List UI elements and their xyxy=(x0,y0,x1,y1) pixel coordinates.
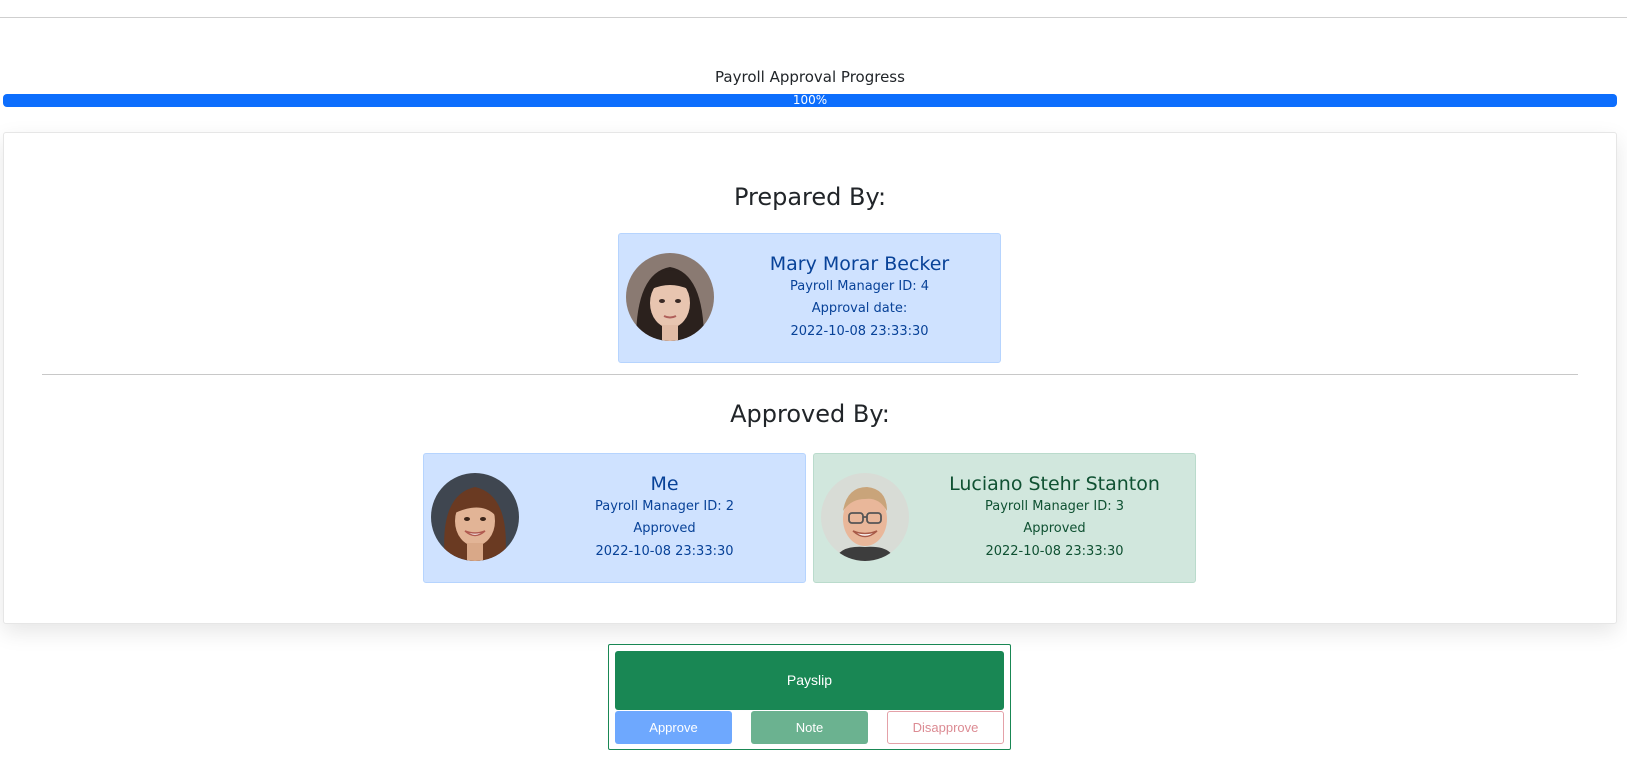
person-avatar-icon xyxy=(431,473,519,561)
top-divider xyxy=(0,17,1627,18)
approver-id: Payroll Manager ID: 2 xyxy=(594,499,735,514)
approver-name: Luciano Stehr Stanton xyxy=(949,473,1160,495)
approval-progress-bar: 100% xyxy=(3,94,1617,107)
avatar xyxy=(626,253,714,341)
section-divider xyxy=(42,374,1578,375)
preparer-card: Mary Morar Becker Payroll Manager ID: 4 … xyxy=(618,233,1001,363)
preparer-id: Payroll Manager ID: 4 xyxy=(789,279,930,294)
approver-status: Approved xyxy=(633,521,696,536)
approval-card: Prepared By: Mary Morar Becker Payroll M… xyxy=(3,132,1617,624)
preparer-name: Mary Morar Becker xyxy=(769,253,950,275)
approver-info: Me Payroll Manager ID: 2 Approved 2022-1… xyxy=(524,454,805,563)
payslip-button[interactable]: Payslip xyxy=(615,651,1004,710)
avatar xyxy=(821,473,909,561)
approver-date: 2022-10-08 23:33:30 xyxy=(985,544,1124,559)
preparer-status: Approval date: xyxy=(811,301,908,316)
approver-name: Me xyxy=(650,473,679,495)
approver-card-me: Me Payroll Manager ID: 2 Approved 2022-1… xyxy=(423,453,806,583)
person-avatar-icon xyxy=(626,253,714,341)
approver-id: Payroll Manager ID: 3 xyxy=(984,499,1125,514)
avatar xyxy=(431,473,519,561)
note-button[interactable]: Note xyxy=(751,711,868,744)
progress-title: Payroll Approval Progress xyxy=(715,68,905,86)
prepared-by-heading: Prepared By: xyxy=(733,183,887,211)
approved-by-heading: Approved By: xyxy=(730,400,890,428)
approver-info: Luciano Stehr Stanton Payroll Manager ID… xyxy=(914,454,1195,563)
approve-button[interactable]: Approve xyxy=(615,711,732,744)
approver-date: 2022-10-08 23:33:30 xyxy=(595,544,734,559)
progress-fill: 100% xyxy=(3,94,1617,107)
person-avatar-icon xyxy=(821,473,909,561)
preparer-date: 2022-10-08 23:33:30 xyxy=(790,324,929,339)
action-panel: Payslip Approve Note Disapprove xyxy=(608,644,1011,750)
approver-card-luciano: Luciano Stehr Stanton Payroll Manager ID… xyxy=(813,453,1196,583)
disapprove-button[interactable]: Disapprove xyxy=(887,711,1004,744)
preparer-info: Mary Morar Becker Payroll Manager ID: 4 … xyxy=(719,234,1000,343)
approver-status: Approved xyxy=(1023,521,1086,536)
